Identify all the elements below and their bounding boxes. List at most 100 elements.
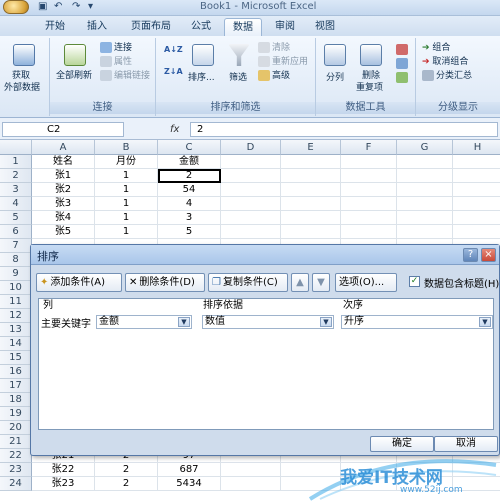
row-header[interactable]: 14: [0, 337, 32, 351]
cell[interactable]: [341, 477, 397, 491]
sort-ascending-button[interactable]: A↓Z: [164, 44, 183, 56]
column-header-e[interactable]: E: [281, 140, 341, 155]
tab-data[interactable]: 数据: [224, 18, 262, 36]
row-header[interactable]: 21: [0, 435, 32, 449]
cell[interactable]: [453, 155, 500, 169]
tab-insert[interactable]: 插入: [80, 18, 114, 36]
row-header[interactable]: 1: [0, 155, 32, 169]
cell[interactable]: [453, 197, 500, 211]
cell-b1[interactable]: 月份: [95, 155, 158, 169]
cell-c1[interactable]: 金额: [158, 155, 221, 169]
row-header[interactable]: 22: [0, 449, 32, 463]
cell[interactable]: [221, 211, 281, 225]
cell-c23[interactable]: 687: [158, 463, 221, 477]
row-header[interactable]: 10: [0, 281, 32, 295]
cell[interactable]: [453, 183, 500, 197]
text-to-columns-button[interactable]: 分列: [326, 72, 344, 84]
row-header[interactable]: 7: [0, 239, 32, 253]
cell[interactable]: [397, 155, 453, 169]
sort-descending-button[interactable]: Z↓A: [164, 66, 183, 78]
tab-view[interactable]: 视图: [308, 18, 342, 36]
remove-duplicates-line1[interactable]: 删除: [362, 70, 380, 82]
office-button[interactable]: [3, 0, 29, 14]
cell[interactable]: [221, 183, 281, 197]
data-validation-icon[interactable]: [396, 44, 408, 55]
row-header[interactable]: 24: [0, 477, 32, 491]
row-header[interactable]: 16: [0, 365, 32, 379]
row-header[interactable]: 18: [0, 393, 32, 407]
column-header-b[interactable]: B: [95, 140, 158, 155]
column-header-d[interactable]: D: [221, 140, 281, 155]
row-header[interactable]: 11: [0, 295, 32, 309]
header-checkbox[interactable]: ✓: [409, 276, 420, 287]
cell[interactable]: [221, 477, 281, 491]
reapply-button[interactable]: 重新应用: [258, 56, 308, 68]
row-header[interactable]: 9: [0, 267, 32, 281]
row-header[interactable]: 5: [0, 211, 32, 225]
cell[interactable]: [281, 477, 341, 491]
cell-b24[interactable]: 2: [95, 477, 158, 491]
cell[interactable]: [341, 211, 397, 225]
cell-a5[interactable]: 张4: [32, 211, 95, 225]
advanced-button[interactable]: 高级: [258, 70, 290, 82]
cell-c4[interactable]: 4: [158, 197, 221, 211]
cell[interactable]: [281, 211, 341, 225]
cell-a3[interactable]: 张2: [32, 183, 95, 197]
row-header[interactable]: 6: [0, 225, 32, 239]
cancel-button[interactable]: 取消: [434, 436, 498, 452]
row-header[interactable]: 3: [0, 183, 32, 197]
cell[interactable]: [281, 183, 341, 197]
cell[interactable]: [453, 169, 500, 183]
move-up-button[interactable]: ▲: [291, 273, 309, 292]
cell-c24[interactable]: 5434: [158, 477, 221, 491]
cell-a4[interactable]: 张3: [32, 197, 95, 211]
group-button[interactable]: ➔ 组合: [422, 42, 450, 54]
get-external-data-line1[interactable]: 获取: [12, 70, 30, 82]
add-level-button[interactable]: ✦ 添加条件(A): [36, 273, 122, 292]
cell[interactable]: [453, 463, 500, 477]
row-header[interactable]: 23: [0, 463, 32, 477]
row-header[interactable]: 4: [0, 197, 32, 211]
cell[interactable]: [281, 225, 341, 239]
cell[interactable]: [281, 463, 341, 477]
tab-review[interactable]: 审阅: [268, 18, 302, 36]
cell[interactable]: [221, 169, 281, 183]
cell-a2[interactable]: 张1: [32, 169, 95, 183]
cell[interactable]: [221, 225, 281, 239]
cell[interactable]: [221, 463, 281, 477]
row-header[interactable]: 17: [0, 379, 32, 393]
save-icon[interactable]: ▣: [38, 1, 47, 13]
row-header[interactable]: 2: [0, 169, 32, 183]
move-down-button[interactable]: ▼: [312, 273, 330, 292]
customize-quick-access-icon[interactable]: ▾: [88, 1, 93, 13]
filter-button[interactable]: 筛选: [229, 72, 247, 84]
cell-b3[interactable]: 1: [95, 183, 158, 197]
column-header-f[interactable]: F: [341, 140, 397, 155]
cell-b5[interactable]: 1: [95, 211, 158, 225]
cell-c5[interactable]: 3: [158, 211, 221, 225]
cell-c2[interactable]: 2: [158, 169, 221, 183]
cell-a6[interactable]: 张5: [32, 225, 95, 239]
column-header-c[interactable]: C: [158, 140, 221, 155]
cell[interactable]: [397, 169, 453, 183]
sort-level-row[interactable]: 主要关键字 金额 ▼ 数值 ▼ 升序 ▼: [39, 313, 493, 331]
subtotal-button[interactable]: 分类汇总: [422, 70, 472, 82]
refresh-all-button[interactable]: 全部刷新: [56, 70, 92, 82]
row-header[interactable]: 20: [0, 421, 32, 435]
edit-links-button[interactable]: 编辑链接: [100, 70, 150, 82]
cell[interactable]: [453, 211, 500, 225]
cell-b4[interactable]: 1: [95, 197, 158, 211]
row-header[interactable]: 12: [0, 309, 32, 323]
undo-icon[interactable]: ↶: [54, 1, 62, 13]
cell-b2[interactable]: 1: [95, 169, 158, 183]
order-select[interactable]: 升序 ▼: [341, 315, 493, 329]
cell[interactable]: [397, 225, 453, 239]
cell[interactable]: [341, 169, 397, 183]
cell-b23[interactable]: 2: [95, 463, 158, 477]
name-box[interactable]: C2: [2, 122, 124, 137]
cell[interactable]: [397, 183, 453, 197]
row-header[interactable]: 15: [0, 351, 32, 365]
cell[interactable]: [453, 225, 500, 239]
get-external-data-line2[interactable]: 外部数据: [4, 82, 40, 94]
options-button[interactable]: 选项(O)...: [335, 273, 397, 292]
